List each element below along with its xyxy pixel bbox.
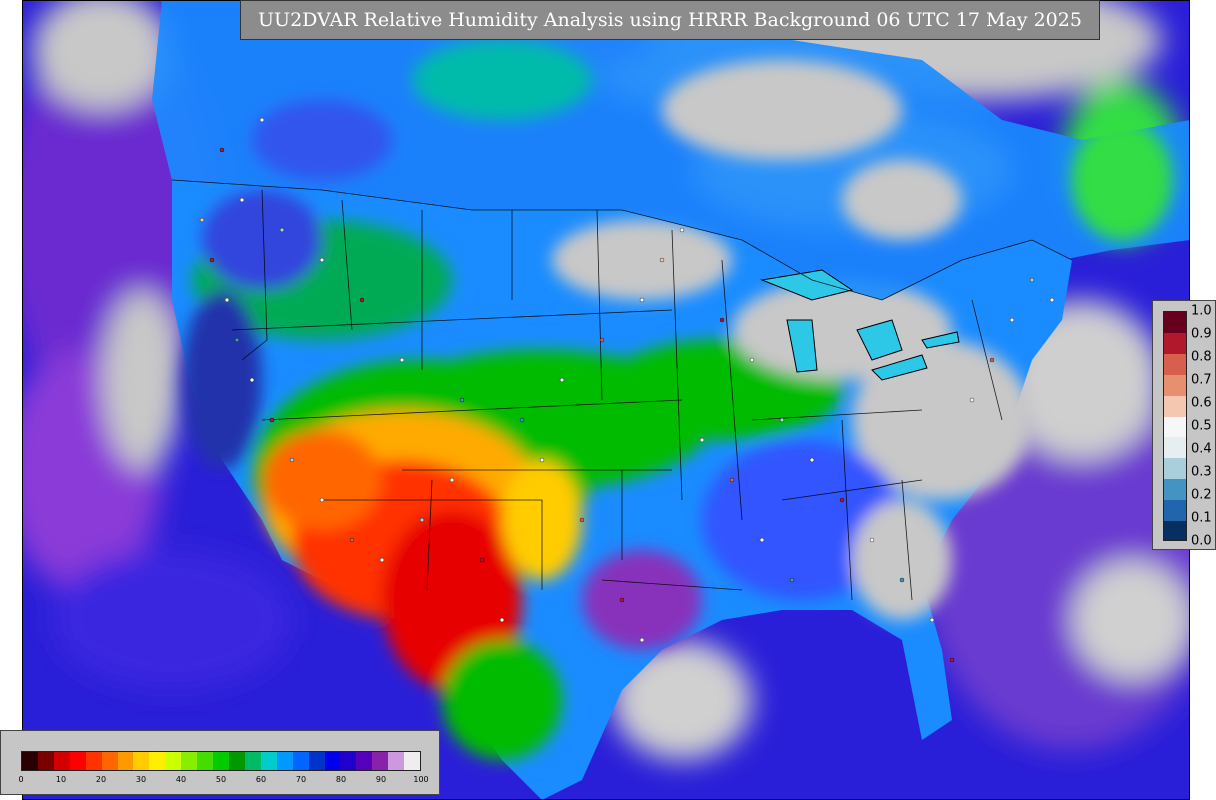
increment-colorbar: 1.0 0.9 0.8 0.7 0.6 0.5 0.4 0.3 0.2 0.1 0.0 (1152, 300, 1216, 550)
increment-colorbar-tick-label: 1.0 (1191, 303, 1212, 319)
rh-colorbar-segment (69, 752, 86, 770)
rh-colorbar-segment (117, 752, 134, 770)
rh-colorbar-segment (308, 752, 325, 770)
rh-colorbar: 0 10 20 30 40 50 60 70 80 90 100 (0, 730, 440, 795)
increment-colorbar-tick-label: 0.6 (1191, 395, 1212, 411)
map-canvas (22, 0, 1190, 800)
increment-colorbar-segment (1164, 500, 1186, 522)
rh-colorbar-segment (404, 752, 421, 770)
rh-colorbar-segment (292, 752, 309, 770)
rh-colorbar-tick-label: 30 (135, 775, 147, 784)
increment-colorbar-segment (1164, 416, 1186, 438)
increment-colorbar-tick-label: 0.2 (1191, 487, 1212, 503)
rh-colorbar-segment (149, 752, 166, 770)
increment-colorbar-tick-label: 0.3 (1191, 464, 1212, 480)
rh-analysis-map (22, 0, 1190, 800)
rh-colorbar-segment (356, 752, 373, 770)
rh-colorbar-segment (37, 752, 54, 770)
rh-colorbar-segment (53, 752, 70, 770)
rh-colorbar-tick-label: 0 (18, 775, 24, 784)
increment-colorbar-segment (1164, 479, 1186, 501)
rh-colorbar-tick-label: 70 (295, 775, 307, 784)
map-title: UU2DVAR Relative Humidity Analysis using… (240, 0, 1100, 40)
rh-colorbar-tick-label: 20 (95, 775, 107, 784)
rh-colorbar-segment (276, 752, 293, 770)
rh-colorbar-segment (133, 752, 150, 770)
rh-colorbar-tick-label: 90 (375, 775, 387, 784)
increment-colorbar-segment (1164, 332, 1186, 354)
increment-colorbar-tick-label: 0.0 (1191, 533, 1212, 549)
rh-colorbar-segment (22, 752, 38, 770)
rh-colorbar-segment (244, 752, 261, 770)
increment-colorbar-segment (1164, 374, 1186, 396)
rh-colorbar-segment (228, 752, 245, 770)
rh-colorbar-segment (165, 752, 182, 770)
increment-colorbar-segment (1164, 395, 1186, 417)
increment-colorbar-tick-label: 0.9 (1191, 326, 1212, 342)
rh-colorbar-tick-label: 80 (335, 775, 347, 784)
rh-colorbar-segment (181, 752, 198, 770)
rh-colorbar-segment (324, 752, 341, 770)
increment-colorbar-segment (1164, 312, 1186, 333)
increment-colorbar-segment (1164, 458, 1186, 480)
rh-colorbar-tick-label: 10 (55, 775, 67, 784)
increment-colorbar-segment (1164, 521, 1186, 540)
rh-colorbar-segment (85, 752, 102, 770)
rh-colorbar-tick-label: 100 (413, 775, 429, 784)
rh-colorbar-segment (340, 752, 357, 770)
rh-colorbar-tick-label: 40 (175, 775, 187, 784)
rh-colorbar-segment (101, 752, 118, 770)
increment-colorbar-tick-label: 0.4 (1191, 441, 1212, 457)
increment-colorbar-tick-label: 0.1 (1191, 510, 1212, 526)
increment-colorbar-segment (1164, 353, 1186, 375)
increment-colorbar-tick-label: 0.5 (1191, 418, 1212, 434)
rh-colorbar-scale (21, 751, 421, 771)
rh-colorbar-segment (260, 752, 277, 770)
rh-colorbar-segment (372, 752, 389, 770)
increment-colorbar-tick-label: 0.7 (1191, 372, 1212, 388)
rh-colorbar-tick-label: 60 (255, 775, 267, 784)
rh-colorbar-segment (197, 752, 214, 770)
rh-colorbar-tick-label: 50 (215, 775, 227, 784)
rh-colorbar-segment (388, 752, 405, 770)
increment-colorbar-segment (1164, 437, 1186, 459)
rh-colorbar-segment (213, 752, 229, 770)
increment-colorbar-tick-label: 0.8 (1191, 349, 1212, 365)
increment-colorbar-scale (1163, 311, 1187, 541)
